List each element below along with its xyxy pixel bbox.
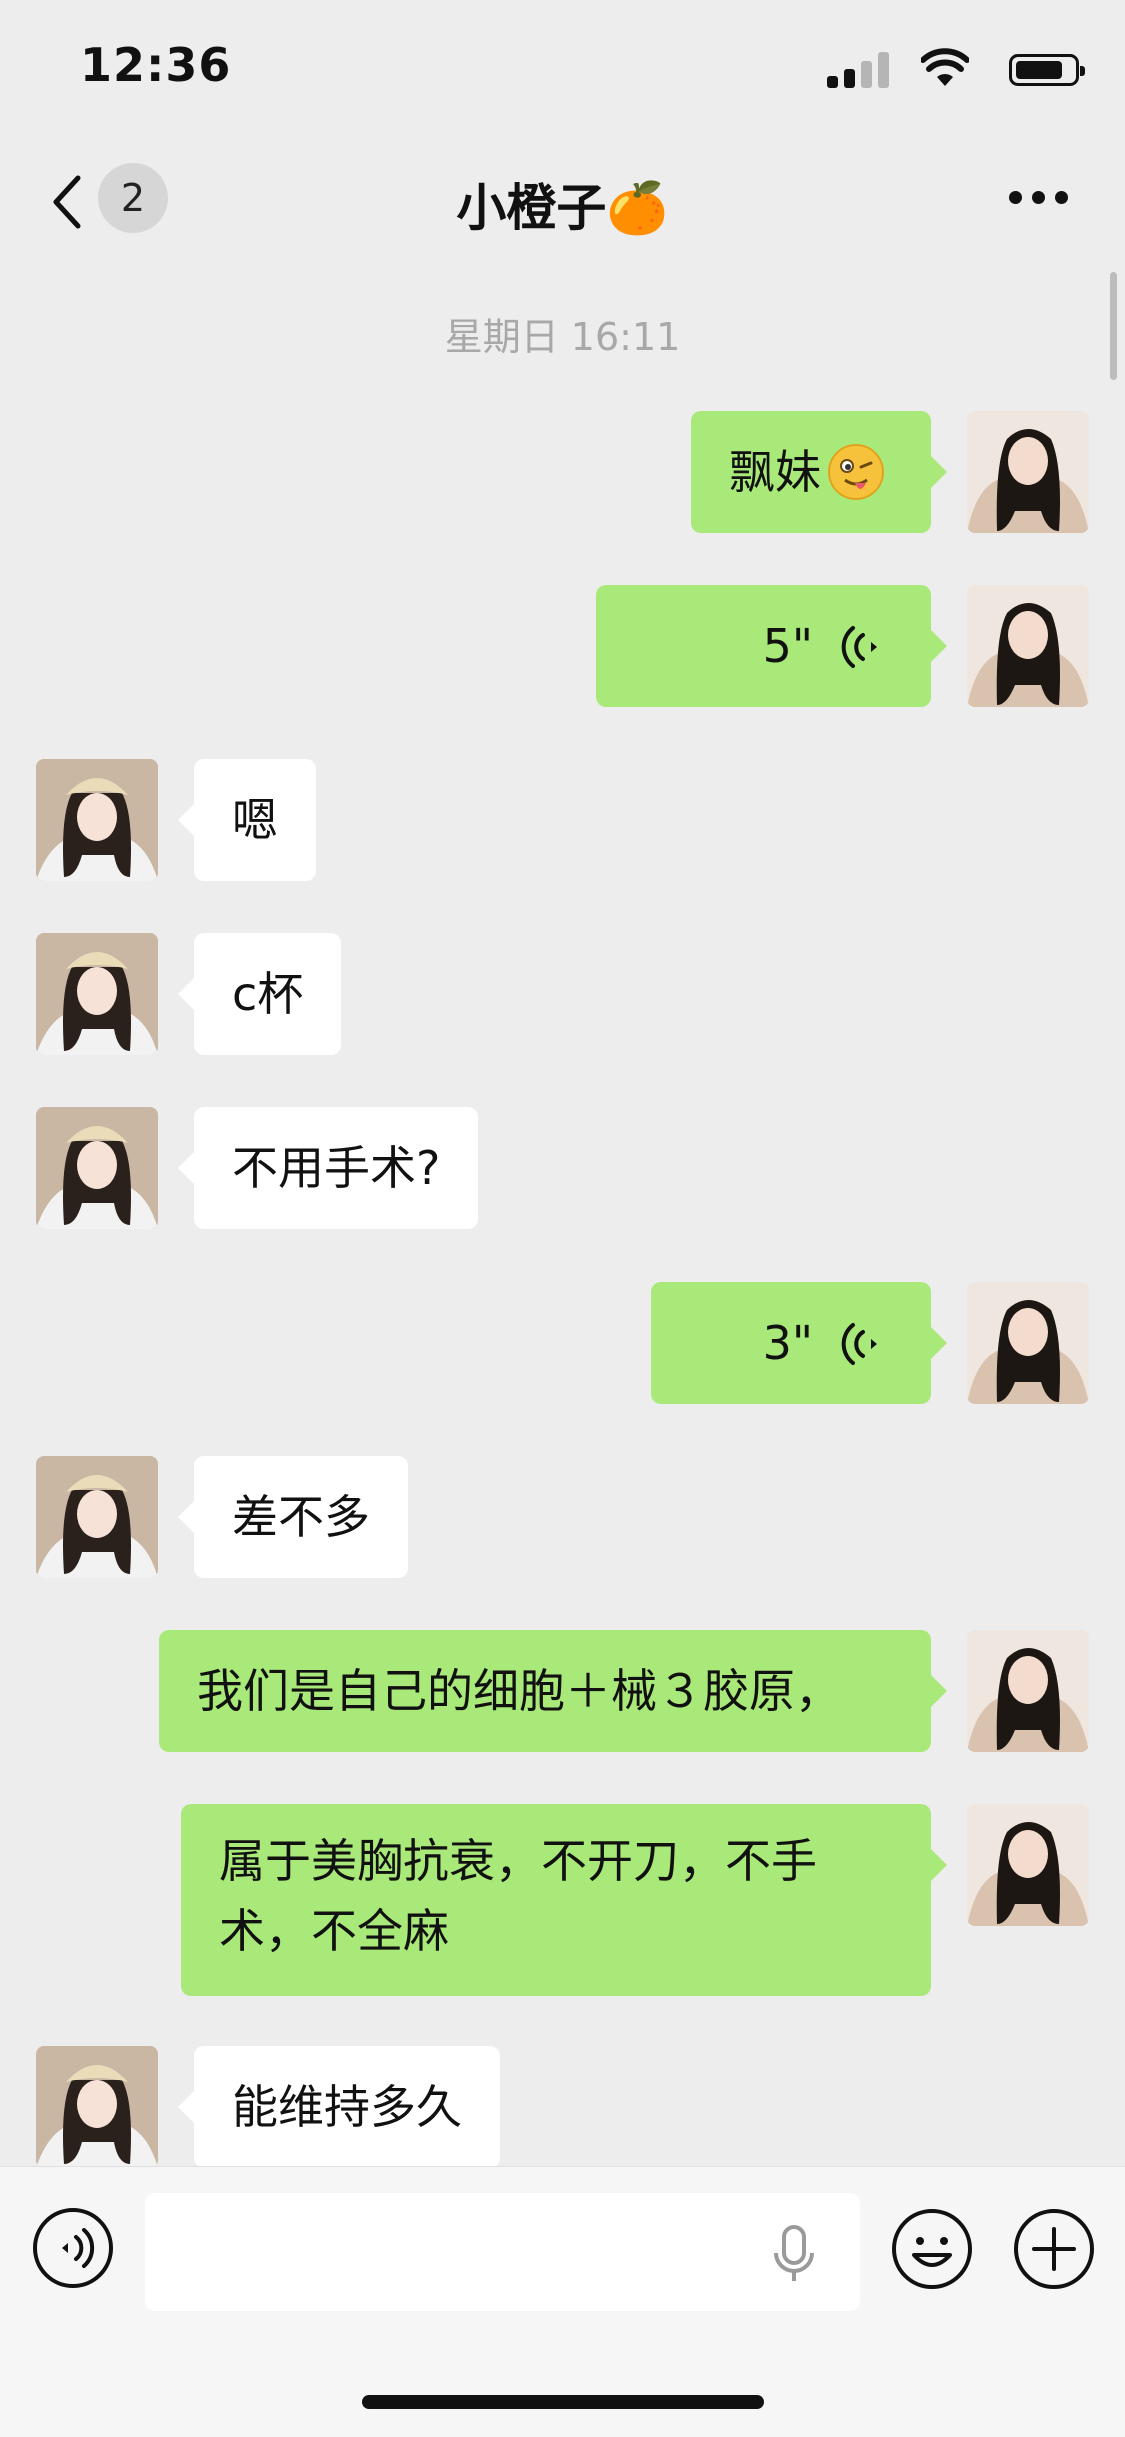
home-indicator[interactable]: [362, 2395, 764, 2409]
cellular-signal-icon: [827, 52, 889, 88]
message-row-outgoing: 飘妹: [0, 411, 1125, 533]
message-row-incoming: c杯: [0, 933, 1125, 1055]
voice-wave-icon: [841, 626, 877, 668]
message-text: 我们是自己的细胞＋械３胶原，: [197, 1664, 841, 1718]
message-input[interactable]: [145, 2193, 860, 2311]
message-bubble[interactable]: 差不多: [178, 1456, 408, 1578]
my-avatar[interactable]: [967, 1282, 1089, 1404]
status-bar: 12:36: [0, 0, 1125, 135]
message-bubble[interactable]: 嗯: [178, 759, 316, 881]
contact-avatar[interactable]: [36, 933, 158, 1055]
voice-wave-icon: [841, 1323, 877, 1365]
message-text: 飘妹: [729, 445, 821, 499]
voice-duration: 5": [762, 619, 813, 673]
message-text: 能维持多久: [232, 2080, 462, 2134]
message-text: 嗯: [232, 793, 278, 847]
message-row-incoming: 不用手术?: [0, 1107, 1125, 1229]
message-timestamp: 星期日 16:11: [444, 315, 681, 359]
message-row-incoming: 差不多: [0, 1456, 1125, 1578]
voice-message-bubble[interactable]: 3": [651, 1282, 947, 1404]
message-text: 差不多: [232, 1490, 370, 1544]
wifi-icon: [921, 48, 969, 86]
message-bubble[interactable]: 我们是自己的细胞＋械３胶原，: [159, 1630, 947, 1752]
message-row-outgoing: 属于美胸抗衰，不开刀，不手术，不全麻: [0, 1804, 1125, 1996]
message-bubble[interactable]: 飘妹: [691, 411, 947, 533]
contact-avatar[interactable]: [36, 1456, 158, 1578]
my-avatar[interactable]: [967, 411, 1089, 533]
winking-tongue-emoji-icon: [828, 443, 884, 500]
more-dots-icon[interactable]: [1009, 191, 1069, 205]
message-text: 属于美胸抗衰，不开刀，不手术，不全麻: [219, 1834, 817, 1958]
status-icons: [819, 48, 1085, 90]
plus-circle-icon[interactable]: [1012, 2207, 1096, 2291]
contact-avatar[interactable]: [36, 1107, 158, 1229]
voice-duration: 3": [762, 1316, 813, 1370]
message-bubble[interactable]: 能维持多久: [178, 2046, 500, 2168]
contact-avatar[interactable]: [36, 759, 158, 881]
message-bubble[interactable]: 不用手术?: [177, 1107, 479, 1229]
status-time: 12:36: [80, 38, 232, 92]
message-row-outgoing: 3": [0, 1282, 1125, 1404]
message-row-incoming: 能维持多久: [0, 2046, 1125, 2168]
voice-message-bubble[interactable]: 5": [596, 585, 947, 707]
message-row-incoming: 嗯: [0, 759, 1125, 881]
my-avatar[interactable]: [967, 585, 1089, 707]
voice-mode-icon[interactable]: [32, 2207, 114, 2289]
chat-title: 小橙子🍊: [456, 179, 669, 237]
battery-icon: [1009, 54, 1085, 86]
contact-avatar[interactable]: [36, 2046, 158, 2168]
message-text: c杯: [232, 967, 304, 1021]
message-text: 不用手术?: [232, 1141, 441, 1195]
message-row-outgoing: 我们是自己的细胞＋械３胶原，: [0, 1630, 1125, 1752]
my-avatar[interactable]: [967, 1804, 1089, 1926]
message-row-outgoing: 5": [0, 585, 1125, 707]
message-bubble[interactable]: c杯: [177, 933, 342, 1055]
my-avatar[interactable]: [967, 1630, 1089, 1752]
microphone-icon[interactable]: [770, 2223, 818, 2285]
message-bubble[interactable]: 属于美胸抗衰，不开刀，不手术，不全麻: [181, 1804, 947, 1996]
smiley-icon[interactable]: [890, 2207, 974, 2291]
